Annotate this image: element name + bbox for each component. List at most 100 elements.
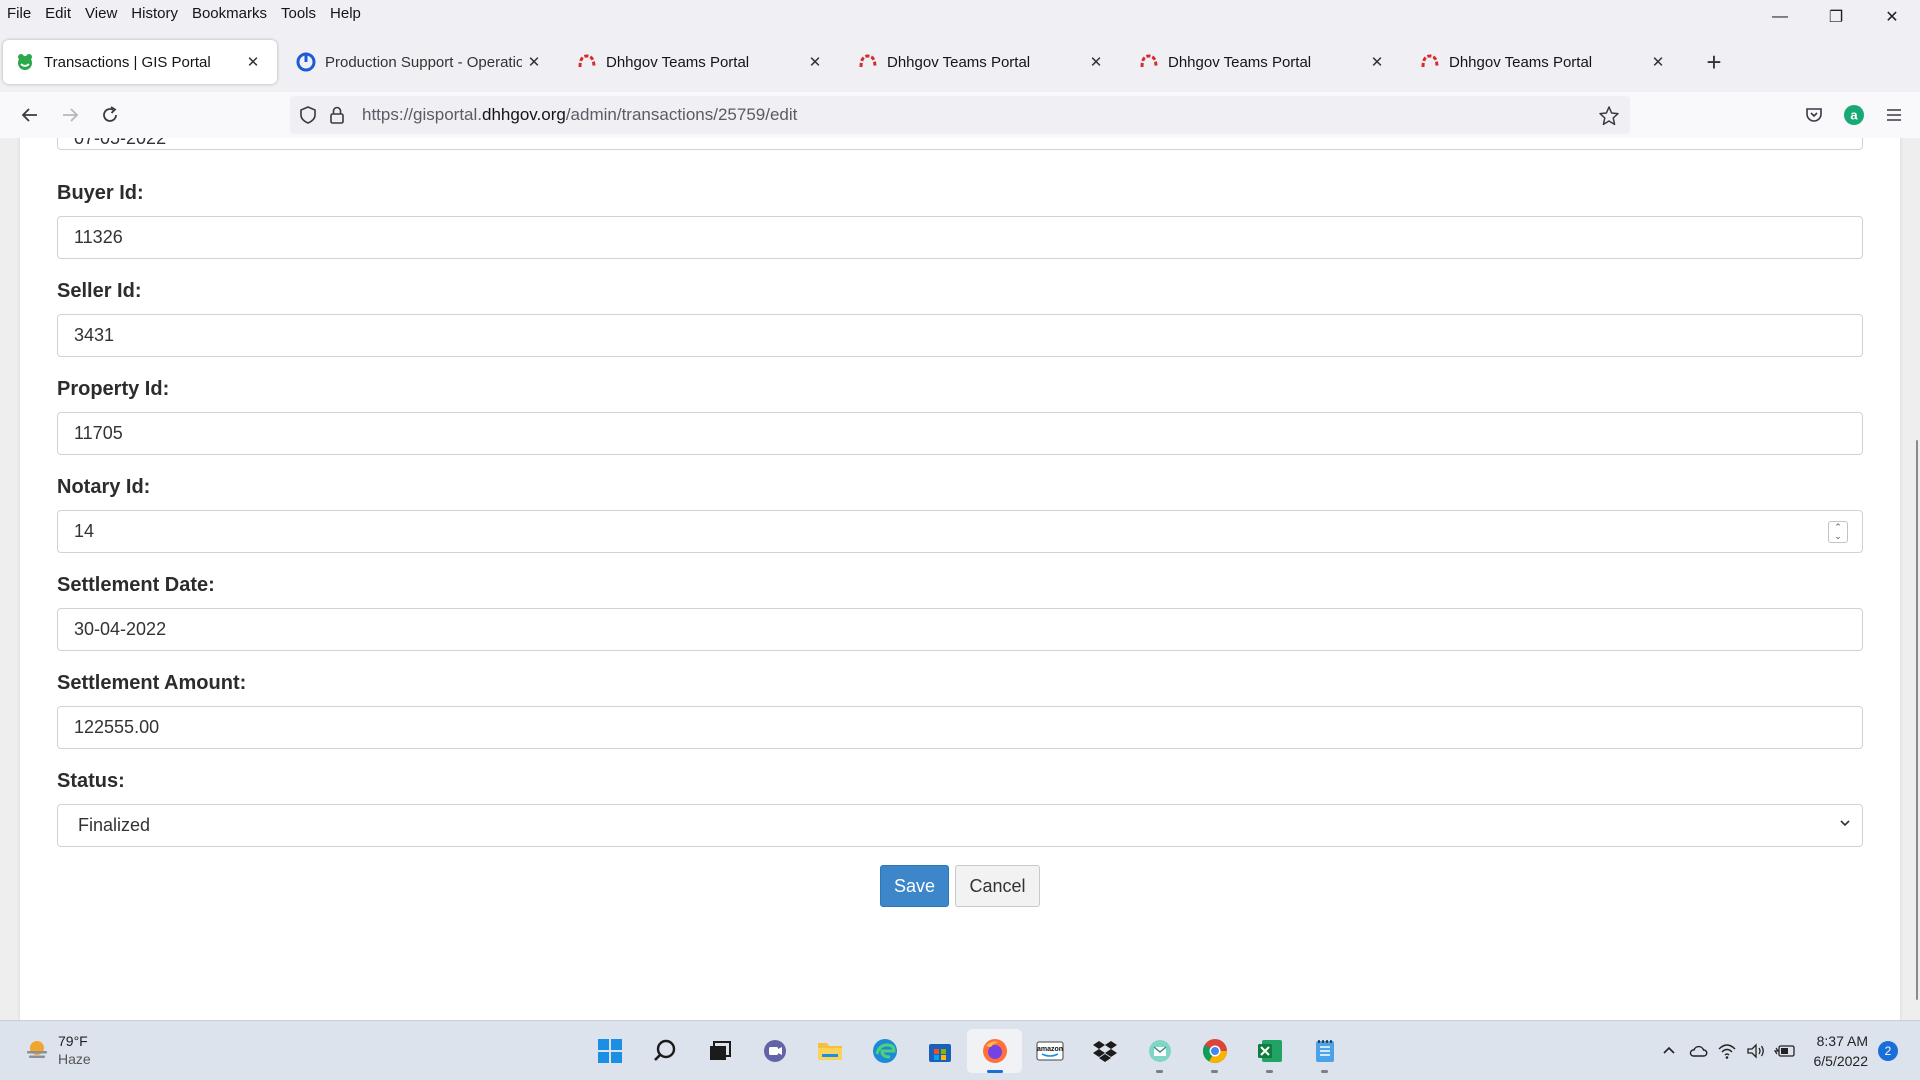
microsoft-store-icon[interactable] <box>912 1029 967 1073</box>
tab-transactions[interactable]: Transactions | GIS Portal ✕ <box>3 40 277 84</box>
weather-temp: 79°F <box>58 1033 88 1049</box>
buyer-id-input[interactable]: 11326 <box>57 216 1863 259</box>
clock-time: 8:37 AM <box>1816 1033 1868 1049</box>
chrome-icon[interactable] <box>1187 1029 1242 1073</box>
close-icon[interactable]: ✕ <box>803 50 827 74</box>
taskbar-apps: amazon <box>582 1029 1352 1073</box>
address-bar[interactable]: https://gisportal.dhhgov.org/admin/trans… <box>290 96 1630 134</box>
close-icon[interactable]: ✕ <box>522 50 546 74</box>
search-icon[interactable] <box>637 1029 692 1073</box>
dropbox-icon[interactable] <box>1077 1029 1132 1073</box>
status-selected-value: Finalized <box>78 815 151 835</box>
page-content: 07-05-2022 Buyer Id: 11326 Seller Id: 34… <box>0 138 1920 1020</box>
weather-widget[interactable]: 79°F Haze <box>24 1032 91 1068</box>
bookmark-star-icon[interactable] <box>1598 105 1620 127</box>
menu-help[interactable]: Help <box>323 5 368 22</box>
chevron-down-icon <box>1838 816 1852 833</box>
menu-bookmarks[interactable]: Bookmarks <box>185 5 274 22</box>
tab-teams-portal-1[interactable]: Dhhgov Teams Portal ✕ <box>565 40 839 84</box>
shield-icon[interactable] <box>298 105 318 125</box>
url-text[interactable]: https://gisportal.dhhgov.org/admin/trans… <box>362 105 797 125</box>
task-view-icon[interactable] <box>692 1029 747 1073</box>
tab-teams-portal-2[interactable]: Dhhgov Teams Portal ✕ <box>846 40 1120 84</box>
tab-title: Dhhgov Teams Portal <box>1449 53 1593 71</box>
url-domain: dhhgov.org <box>482 105 566 124</box>
active-indicator <box>986 1070 1003 1073</box>
firefox-icon[interactable] <box>967 1029 1022 1073</box>
notepad-icon[interactable] <box>1297 1029 1352 1073</box>
teams-chat-icon[interactable] <box>747 1029 802 1073</box>
running-indicator <box>1211 1070 1218 1073</box>
battery-charging-icon[interactable] <box>1771 1036 1800 1066</box>
clock-date: 6/5/2022 <box>1813 1053 1869 1069</box>
tab-production-support[interactable]: Production Support - Operations ✕ <box>284 40 558 84</box>
svg-text:a: a <box>1850 108 1858 123</box>
lock-icon[interactable] <box>328 105 346 125</box>
property-id-input[interactable]: 11705 <box>57 412 1863 455</box>
settlement-date-label: Settlement Date: <box>57 574 215 596</box>
url-prefix: https://gisportal. <box>362 105 483 124</box>
menu-bar: File Edit View History Bookmarks Tools H… <box>0 0 1920 26</box>
page-scrollbar[interactable] <box>1914 138 1920 1020</box>
settlement-date-value: 30-04-2022 <box>74 619 167 639</box>
tab-title: Production Support - Operations <box>325 53 522 71</box>
previous-field-input[interactable]: 07-05-2022 <box>57 138 1863 150</box>
hamburger-menu-icon[interactable] <box>1874 95 1914 135</box>
navigation-bar: https://gisportal.dhhgov.org/admin/trans… <box>0 92 1920 138</box>
notification-count-badge[interactable]: 2 <box>1878 1041 1898 1061</box>
tab-title: Dhhgov Teams Portal <box>1168 53 1312 71</box>
settlement-amount-input[interactable]: 122555.00 <box>57 706 1863 749</box>
reload-icon[interactable] <box>90 95 130 135</box>
menu-history[interactable]: History <box>124 5 185 22</box>
close-window-button[interactable]: ✕ <box>1864 0 1920 34</box>
tab-title: Transactions | GIS Portal <box>44 53 211 71</box>
menu-tools[interactable]: Tools <box>274 5 323 22</box>
close-icon[interactable]: ✕ <box>1646 50 1670 74</box>
pocket-icon[interactable] <box>1794 95 1834 135</box>
mail-app-icon[interactable] <box>1132 1029 1187 1073</box>
back-arrow-icon[interactable] <box>10 95 50 135</box>
windows-start-icon[interactable] <box>582 1029 637 1073</box>
amazon-icon[interactable]: amazon <box>1022 1029 1077 1073</box>
edge-browser-icon[interactable] <box>857 1029 912 1073</box>
close-icon[interactable]: ✕ <box>241 50 265 74</box>
system-clock[interactable]: 8:37 AM 6/5/2022 <box>1814 1031 1869 1071</box>
seller-id-label: Seller Id: <box>57 280 142 302</box>
number-spinner-icon[interactable]: ⌃ ⌄ <box>1828 521 1848 543</box>
save-button[interactable]: Save <box>880 865 949 907</box>
volume-icon[interactable] <box>1742 1036 1771 1066</box>
restore-button[interactable]: ❐ <box>1808 0 1864 34</box>
onedrive-cloud-icon[interactable] <box>1684 1036 1713 1066</box>
cancel-button[interactable]: Cancel <box>955 865 1040 907</box>
toolbar-right: a <box>1794 92 1920 138</box>
forward-arrow-icon[interactable] <box>50 95 90 135</box>
seller-id-input[interactable]: 3431 <box>57 314 1863 357</box>
minimize-button[interactable]: — <box>1752 0 1808 34</box>
chevron-up-icon[interactable] <box>1655 1036 1684 1066</box>
excel-icon[interactable] <box>1242 1029 1297 1073</box>
running-indicator <box>1156 1070 1163 1073</box>
weather-condition: Haze <box>58 1051 91 1067</box>
wifi-icon[interactable] <box>1713 1036 1742 1066</box>
svg-text:amazon: amazon <box>1036 1046 1062 1053</box>
notary-id-value: 14 <box>74 521 95 541</box>
menu-view[interactable]: View <box>78 5 124 22</box>
notary-id-input[interactable]: 14 ⌃ ⌄ <box>57 510 1863 553</box>
tab-title: Dhhgov Teams Portal <box>887 53 1031 71</box>
menu-edit[interactable]: Edit <box>38 5 78 22</box>
status-select[interactable]: Finalized <box>57 804 1863 847</box>
buyer-id-label: Buyer Id: <box>57 182 144 204</box>
account-avatar-icon[interactable]: a <box>1834 95 1874 135</box>
settlement-date-input[interactable]: 30-04-2022 <box>57 608 1863 651</box>
tab-teams-portal-4[interactable]: Dhhgov Teams Portal ✕ <box>1408 40 1682 84</box>
teams-portal-favicon-icon <box>577 52 597 72</box>
menu-file[interactable]: File <box>0 5 38 22</box>
tab-teams-portal-3[interactable]: Dhhgov Teams Portal ✕ <box>1127 40 1401 84</box>
close-icon[interactable]: ✕ <box>1084 50 1108 74</box>
close-icon[interactable]: ✕ <box>1365 50 1389 74</box>
running-indicator <box>1321 1070 1328 1073</box>
windows-taskbar: 79°F Haze amazon 8:37 AM 6/5/2022 2 <box>0 1020 1920 1080</box>
file-explorer-icon[interactable] <box>802 1029 857 1073</box>
scrollbar-thumb[interactable] <box>1916 440 1918 1000</box>
new-tab-plus-icon[interactable]: + <box>1697 45 1731 79</box>
